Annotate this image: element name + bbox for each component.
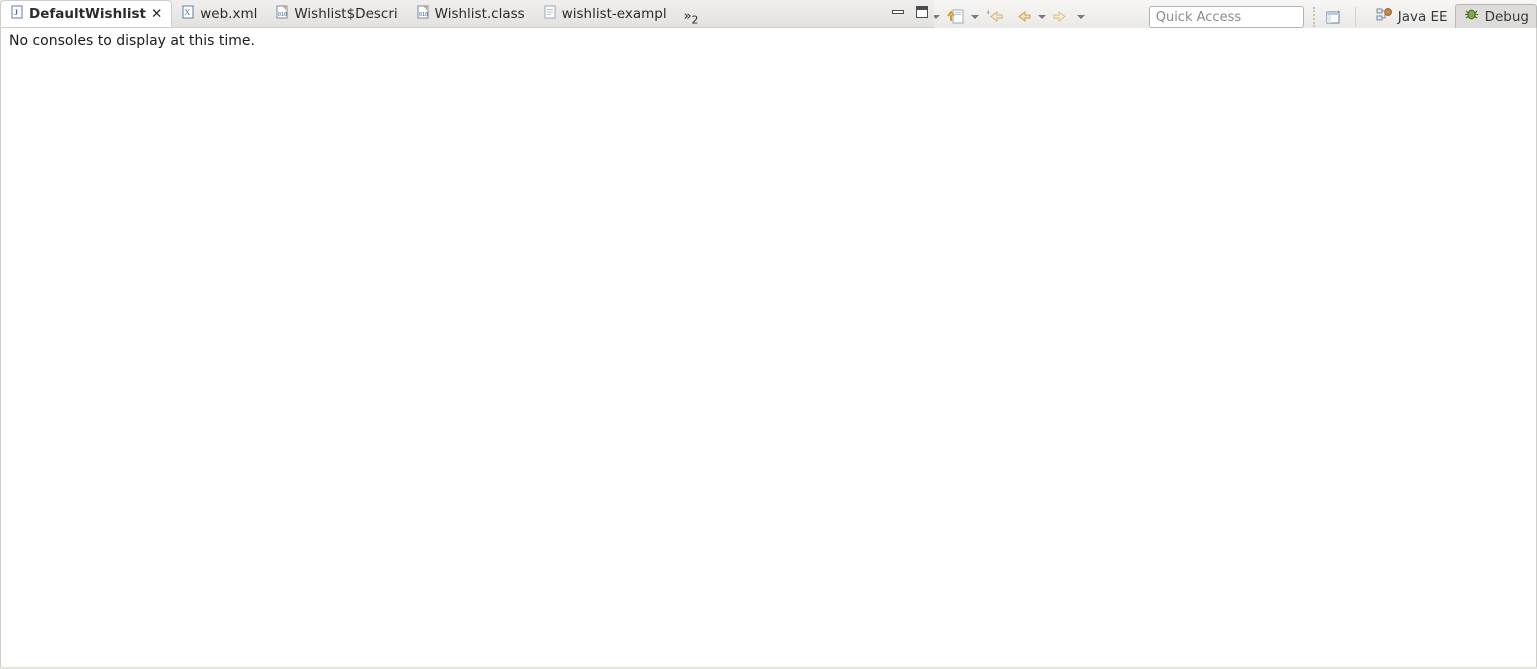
editor-tab-label: DefaultWishlist bbox=[29, 5, 146, 22]
editor-tab-wishlist-descri[interactable]: 010 Wishlist$Descri bbox=[266, 1, 406, 27]
forward-dropdown-arrow[interactable] bbox=[1075, 5, 1086, 29]
editor-toolbar bbox=[892, 6, 928, 18]
perspective-debug[interactable]: Debug bbox=[1454, 3, 1537, 30]
svg-text:010: 010 bbox=[419, 12, 428, 18]
back-dropdown-arrow[interactable] bbox=[1036, 5, 1047, 29]
xml-file-icon: X bbox=[181, 5, 195, 23]
editor-tabbar: J DefaultWishlist ✕ Xweb.xml 010 Wishlist$Des… bbox=[0, 0, 934, 28]
editor-tab-defaultwishlist[interactable]: J DefaultWishlist ✕ bbox=[0, 0, 173, 27]
editor-tab-label: Wishlist.class bbox=[434, 6, 525, 22]
editor-tab-label: Wishlist$Descri bbox=[294, 6, 398, 22]
open-perspective-icon[interactable] bbox=[1322, 4, 1348, 30]
eclipse-window: 010 J bbox=[0, 0, 1537, 669]
more-editors-count: 2 bbox=[691, 14, 699, 27]
forward-icon[interactable] bbox=[1048, 4, 1074, 30]
maximize-icon[interactable] bbox=[916, 6, 928, 18]
minimize-icon[interactable] bbox=[892, 10, 904, 14]
java-file-icon: J bbox=[10, 5, 24, 23]
close-icon[interactable]: ✕ bbox=[151, 6, 162, 22]
editor-tab-wishlist-exampl[interactable]: wishlist-exampl bbox=[534, 1, 676, 27]
svg-text:X: X bbox=[185, 8, 191, 17]
perspective-java-ee[interactable]: Java EE bbox=[1369, 4, 1455, 30]
more-editors-button[interactable]: »2 bbox=[676, 9, 707, 27]
svg-text:J: J bbox=[14, 8, 18, 17]
more-editors-chevron: » bbox=[683, 9, 692, 25]
console-message: No consoles to display at this time. bbox=[0, 28, 1537, 669]
perspective-java-ee-label: Java EE bbox=[1397, 8, 1448, 25]
toolbar-grip-6[interactable] bbox=[1312, 6, 1318, 27]
editor-tab-label: web.xml bbox=[200, 6, 258, 22]
back-icon[interactable] bbox=[1009, 4, 1035, 30]
editor-tab-label: wishlist-exampl bbox=[561, 6, 667, 22]
editor-tab-wishlist-class[interactable]: 010 Wishlist.class bbox=[407, 1, 534, 27]
editor-tab-web-xml[interactable]: Xweb.xml bbox=[172, 1, 266, 27]
debug-icon bbox=[1463, 7, 1480, 26]
perspective-debug-label: Debug bbox=[1484, 8, 1529, 25]
class-file-icon: 010 bbox=[416, 5, 430, 23]
java-ee-icon bbox=[1376, 7, 1393, 26]
console-view: Console ✕ Tasks No conso bbox=[0, 28, 1537, 669]
back-history-icon bbox=[981, 4, 1007, 30]
next-annotation-icon[interactable] bbox=[942, 4, 968, 30]
next-dropdown-arrow[interactable] bbox=[969, 5, 980, 29]
quick-access-input[interactable]: Quick Access bbox=[1148, 5, 1304, 28]
svg-text:010: 010 bbox=[278, 12, 287, 18]
text-file-icon bbox=[543, 5, 557, 23]
class-file-icon: 010 bbox=[275, 5, 289, 23]
